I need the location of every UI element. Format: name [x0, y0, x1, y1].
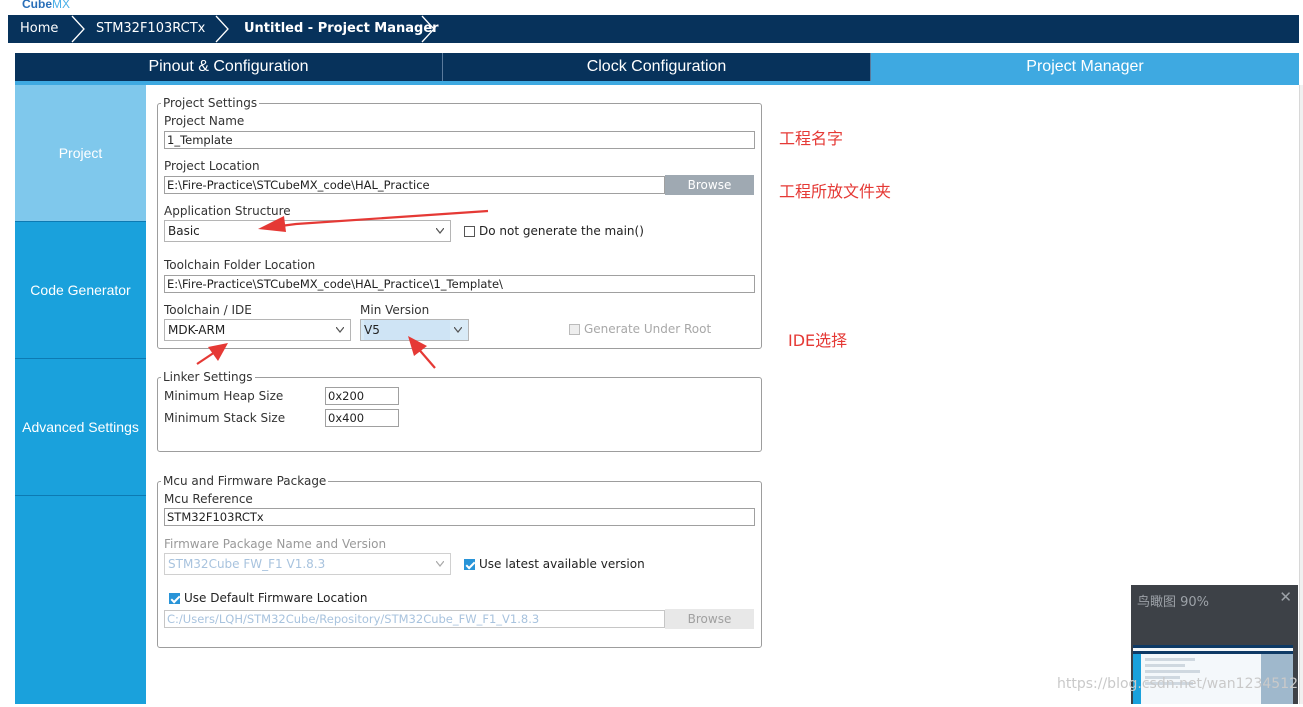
sidenav-label: Advanced Settings: [22, 419, 139, 435]
checkbox-label: Do not generate the main(): [479, 224, 644, 238]
chevron-right-icon: [71, 15, 85, 43]
breadcrumb: Home STM32F103RCTx Untitled - Project Ma…: [8, 15, 1299, 43]
tab-clock[interactable]: Clock Configuration: [443, 53, 871, 81]
browse-location-button[interactable]: Browse: [665, 175, 754, 195]
main-tabs: Pinout & Configuration Clock Configurati…: [15, 53, 1299, 81]
checkbox-box: [464, 225, 475, 237]
app-logo: CubeMX: [22, 0, 70, 11]
use-default-location-checkbox[interactable]: Use Default Firmware Location: [169, 591, 367, 605]
sidenav-label: Project: [58, 145, 103, 161]
toolchain-select[interactable]: MDK-ARM: [164, 319, 351, 341]
min-version-select[interactable]: V5: [360, 319, 469, 341]
no-main-checkbox[interactable]: Do not generate the main(): [464, 224, 644, 238]
toolchain-label: Toolchain / IDE: [164, 303, 252, 317]
checkbox-box: [169, 592, 180, 604]
app-structure-label: Application Structure: [164, 204, 291, 218]
side-nav: Project Code Generator Advanced Settings: [15, 85, 146, 704]
toolchain-folder-input[interactable]: E:\Fire-Practice\STCubeMX_code\HAL_Pract…: [164, 275, 755, 293]
app-structure-select[interactable]: Basic: [164, 220, 451, 242]
sidenav-item-advanced-settings[interactable]: Advanced Settings: [15, 359, 146, 496]
group-legend: Project Settings: [161, 96, 260, 110]
checkbox-label: Use latest available version: [479, 557, 645, 571]
chevron-right-icon: [421, 15, 435, 43]
min-version-label: Min Version: [360, 303, 430, 317]
use-latest-version-checkbox[interactable]: Use latest available version: [464, 557, 645, 571]
scrollbar-track[interactable]: [1299, 85, 1303, 704]
sidenav-item-project[interactable]: Project: [15, 85, 146, 222]
generate-under-root-checkbox[interactable]: Generate Under Root: [569, 322, 711, 336]
breadcrumb-home[interactable]: Home: [20, 15, 58, 43]
tab-underline: [15, 81, 1299, 85]
group-legend: Mcu and Firmware Package: [161, 474, 329, 488]
annotation-project-name: 工程名字: [779, 129, 844, 148]
heap-size-label: Minimum Heap Size: [164, 389, 284, 403]
heap-size-input[interactable]: 0x200: [325, 387, 399, 405]
checkbox-label: Use Default Firmware Location: [184, 591, 368, 605]
select-value: Basic: [168, 224, 200, 238]
checkbox-box: [569, 323, 580, 335]
watermark-text: https://blog.csdn.net/wan1234512: [1057, 676, 1299, 692]
project-location-label: Project Location: [164, 159, 260, 173]
annotation-location: 工程所放文件夹: [779, 182, 892, 201]
project-location-input[interactable]: E:\Fire-Practice\STCubeMX_code\HAL_Pract…: [164, 176, 665, 194]
stack-size-input[interactable]: 0x400: [325, 409, 399, 427]
mcu-reference-label: Mcu Reference: [164, 492, 253, 506]
checkbox-box: [464, 558, 475, 570]
project-name-input[interactable]: 1_Template: [164, 131, 755, 149]
chevron-down-icon: [336, 327, 344, 333]
select-value: V5: [364, 320, 450, 340]
firmware-package-label: Firmware Package Name and Version: [164, 537, 387, 551]
project-name-label: Project Name: [164, 114, 245, 128]
firmware-package-select[interactable]: STM32Cube FW_F1 V1.8.3: [164, 553, 451, 575]
group-legend: Linker Settings: [161, 370, 255, 384]
annotation-ide: IDE选择: [788, 331, 848, 350]
chevron-down-icon: [436, 228, 444, 234]
browse-firmware-button[interactable]: Browse: [665, 609, 754, 629]
tab-pinout[interactable]: Pinout & Configuration: [15, 53, 443, 81]
breadcrumb-mcu[interactable]: STM32F103RCTx: [96, 15, 205, 43]
chevron-right-icon: [215, 15, 229, 43]
firmware-location-input[interactable]: C:/Users/LQH/STM32Cube/Repository/STM32C…: [164, 610, 665, 628]
tab-project-manager[interactable]: Project Manager: [871, 53, 1299, 81]
overview-title: 鸟瞰图 90%: [1137, 595, 1210, 610]
logo-main: Cube: [22, 0, 52, 11]
logo-accent: MX: [52, 0, 70, 11]
select-value: MDK-ARM: [168, 323, 226, 337]
stack-size-label: Minimum Stack Size: [164, 411, 286, 425]
overview-thumbnail: [1133, 645, 1293, 704]
sidenav-item-code-generator[interactable]: Code Generator: [15, 222, 146, 359]
close-icon[interactable]: ✕: [1279, 588, 1292, 606]
chevron-down-icon: [454, 327, 462, 333]
checkbox-label: Generate Under Root: [584, 322, 712, 336]
chevron-down-icon: [436, 561, 444, 567]
mcu-reference-input[interactable]: STM32F103RCTx: [164, 508, 755, 526]
sidenav-label: Code Generator: [30, 282, 131, 298]
breadcrumb-current[interactable]: Untitled - Project Manager: [244, 15, 439, 43]
select-value: STM32Cube FW_F1 V1.8.3: [168, 557, 326, 571]
toolchain-folder-label: Toolchain Folder Location: [164, 258, 316, 272]
